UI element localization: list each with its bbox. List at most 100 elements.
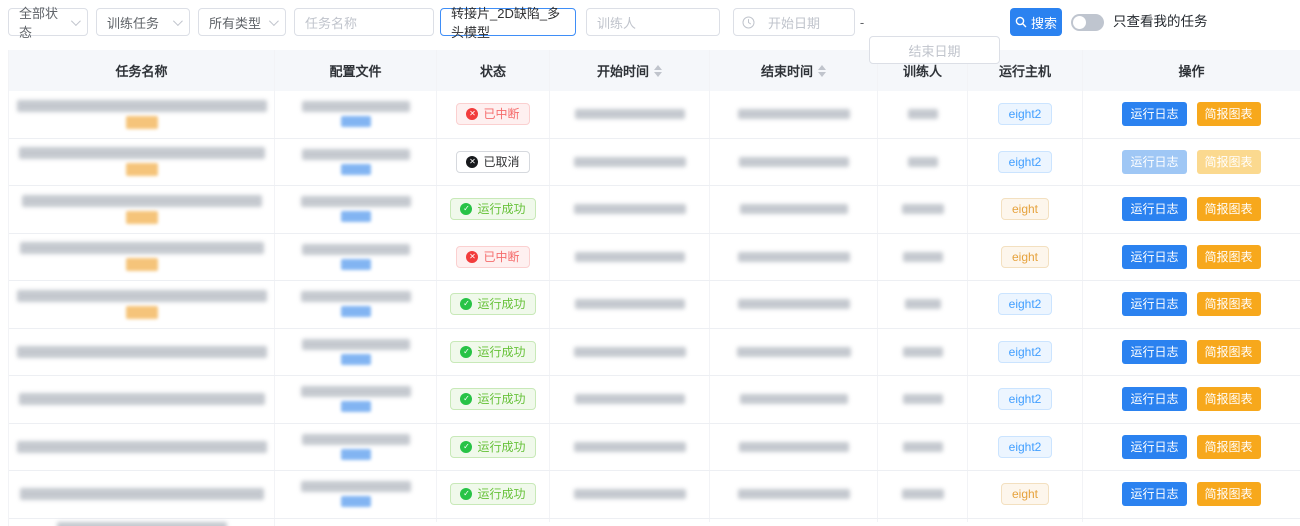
status-cell: ✕已取消	[437, 139, 550, 186]
task-name-cell	[9, 281, 275, 328]
task-search-input[interactable]: 转接片_2D缺陷_多头模型	[440, 8, 576, 36]
run-log-button[interactable]: 运行日志	[1122, 245, 1186, 269]
trainer-cell	[878, 376, 968, 423]
run-log-button[interactable]: 运行日志	[1122, 340, 1186, 364]
blurred-tag-badge	[126, 211, 158, 224]
config-file-stack	[302, 244, 410, 270]
trainer-input[interactable]: 训练人	[586, 8, 720, 36]
blurred-config-name	[301, 386, 411, 397]
category-select[interactable]: 所有类型	[198, 8, 286, 36]
report-chart-button[interactable]: 简报图表	[1197, 435, 1261, 459]
host-cell: eight	[968, 471, 1083, 518]
task-name-cell	[9, 471, 275, 518]
task-type-value: 训练任务	[107, 13, 159, 32]
start-time-cell	[550, 91, 710, 138]
sort-carets[interactable]	[654, 65, 662, 77]
run-log-button[interactable]: 运行日志	[1122, 292, 1186, 316]
blurred-config-link[interactable]	[341, 401, 371, 412]
status-label: 运行成功	[477, 488, 525, 500]
empty-cell	[1083, 519, 1300, 522]
report-chart-button[interactable]: 简报图表	[1197, 482, 1261, 506]
config-file-cell	[275, 281, 437, 328]
action-buttons: 运行日志简报图表	[1122, 482, 1260, 506]
status-cell: ✕已中断	[437, 234, 550, 281]
task-search-value: 转接片_2D缺陷_多头模型	[451, 3, 565, 41]
column-header-start-time[interactable]: 开始时间	[550, 50, 710, 91]
blurred-task-name	[20, 242, 264, 254]
x-circle-icon: ✕	[466, 251, 478, 263]
task-type-select[interactable]: 训练任务	[96, 8, 190, 36]
blurred-start-time	[574, 347, 686, 357]
end-time-cell	[710, 376, 878, 423]
actions-cell: 运行日志简报图表	[1083, 139, 1300, 186]
table-body: ✕已中断eight2运行日志简报图表✕已取消eight2运行日志简报图表✓运行成…	[9, 91, 1300, 526]
host-cell: eight	[968, 234, 1083, 281]
empty-cell	[437, 519, 550, 522]
start-date-input[interactable]: 开始日期	[733, 8, 855, 36]
blurred-tag-badge	[126, 163, 158, 176]
run-log-button[interactable]: 运行日志	[1122, 435, 1186, 459]
report-chart-button[interactable]: 简报图表	[1197, 340, 1261, 364]
filter-bar: 全部状态 训练任务 所有类型 任务名称 转接片_2D缺陷_多头模型 训练人 开始…	[0, 0, 1300, 50]
table-row: ✓运行成功eight运行日志简报图表	[9, 186, 1300, 234]
blurred-config-link[interactable]	[341, 496, 371, 507]
host-cell: eight2	[968, 281, 1083, 328]
column-label: 状态	[480, 61, 506, 80]
empty-cell	[710, 519, 878, 522]
status-filter-select[interactable]: 全部状态	[8, 8, 88, 36]
report-chart-button[interactable]: 简报图表	[1197, 197, 1261, 221]
caret-up-icon	[818, 65, 826, 70]
start-time-cell	[550, 186, 710, 233]
run-log-button[interactable]: 运行日志	[1122, 387, 1186, 411]
report-chart-button[interactable]: 简报图表	[1197, 102, 1261, 126]
report-chart-button[interactable]: 简报图表	[1197, 292, 1261, 316]
column-header-end-time[interactable]: 结束时间	[710, 50, 878, 91]
run-log-button[interactable]: 运行日志	[1122, 482, 1186, 506]
blurred-trainer-name	[905, 299, 941, 309]
trainer-cell	[878, 471, 968, 518]
column-header-task-name: 任务名称	[9, 50, 275, 91]
action-buttons: 运行日志简报图表	[1122, 292, 1260, 316]
table-row: ✓运行成功 eight2 运行日志简报图表	[9, 281, 1300, 329]
sort-carets[interactable]	[818, 65, 826, 77]
task-name-stack	[20, 242, 264, 271]
blurred-config-link[interactable]	[341, 211, 371, 222]
run-log-button[interactable]: 运行日志	[1122, 197, 1186, 221]
blurred-trainer-name	[908, 157, 938, 167]
blurred-config-link[interactable]	[341, 164, 371, 175]
status-label: 已中断	[483, 108, 519, 120]
blurred-config-link[interactable]	[341, 116, 371, 127]
blurred-config-link[interactable]	[341, 259, 371, 270]
blurred-config-link[interactable]	[341, 306, 371, 317]
config-file-cell	[275, 471, 437, 518]
clock-icon	[742, 16, 755, 29]
actions-cell: 运行日志简报图表	[1083, 281, 1300, 328]
blurred-end-time	[738, 299, 850, 309]
blurred-trainer-name	[902, 489, 944, 499]
config-file-stack	[301, 481, 411, 507]
table-header: 任务名称配置文件状态开始时间结束时间训练人运行主机操作	[9, 50, 1300, 91]
run-log-button[interactable]: 运行日志	[1122, 102, 1186, 126]
blurred-end-time	[738, 489, 850, 499]
status-label: 运行成功	[477, 393, 525, 405]
my-tasks-toggle[interactable]	[1071, 14, 1104, 31]
status-filter-value: 全部状态	[19, 3, 65, 41]
status-label: 运行成功	[477, 346, 525, 358]
blurred-config-link[interactable]	[341, 354, 371, 365]
host-cell: eight	[968, 186, 1083, 233]
task-name-cell	[9, 91, 275, 138]
status-badge: ✓运行成功	[450, 293, 535, 315]
blurred-config-name	[302, 101, 410, 112]
search-button-label: 搜索	[1031, 13, 1057, 32]
report-chart-button[interactable]: 简报图表	[1197, 387, 1261, 411]
search-button[interactable]: 搜索	[1010, 8, 1062, 36]
chevron-down-icon	[269, 16, 279, 26]
report-chart-button[interactable]: 简报图表	[1197, 245, 1261, 269]
blurred-task-name	[17, 441, 267, 453]
blurred-config-name	[301, 291, 411, 302]
task-name-input[interactable]: 任务名称	[294, 8, 434, 36]
end-date-input[interactable]: 结束日期	[869, 36, 1000, 64]
host-tag: eight2	[998, 388, 1053, 410]
blurred-config-link[interactable]	[341, 449, 371, 460]
report-chart-button: 简报图表	[1197, 150, 1261, 174]
